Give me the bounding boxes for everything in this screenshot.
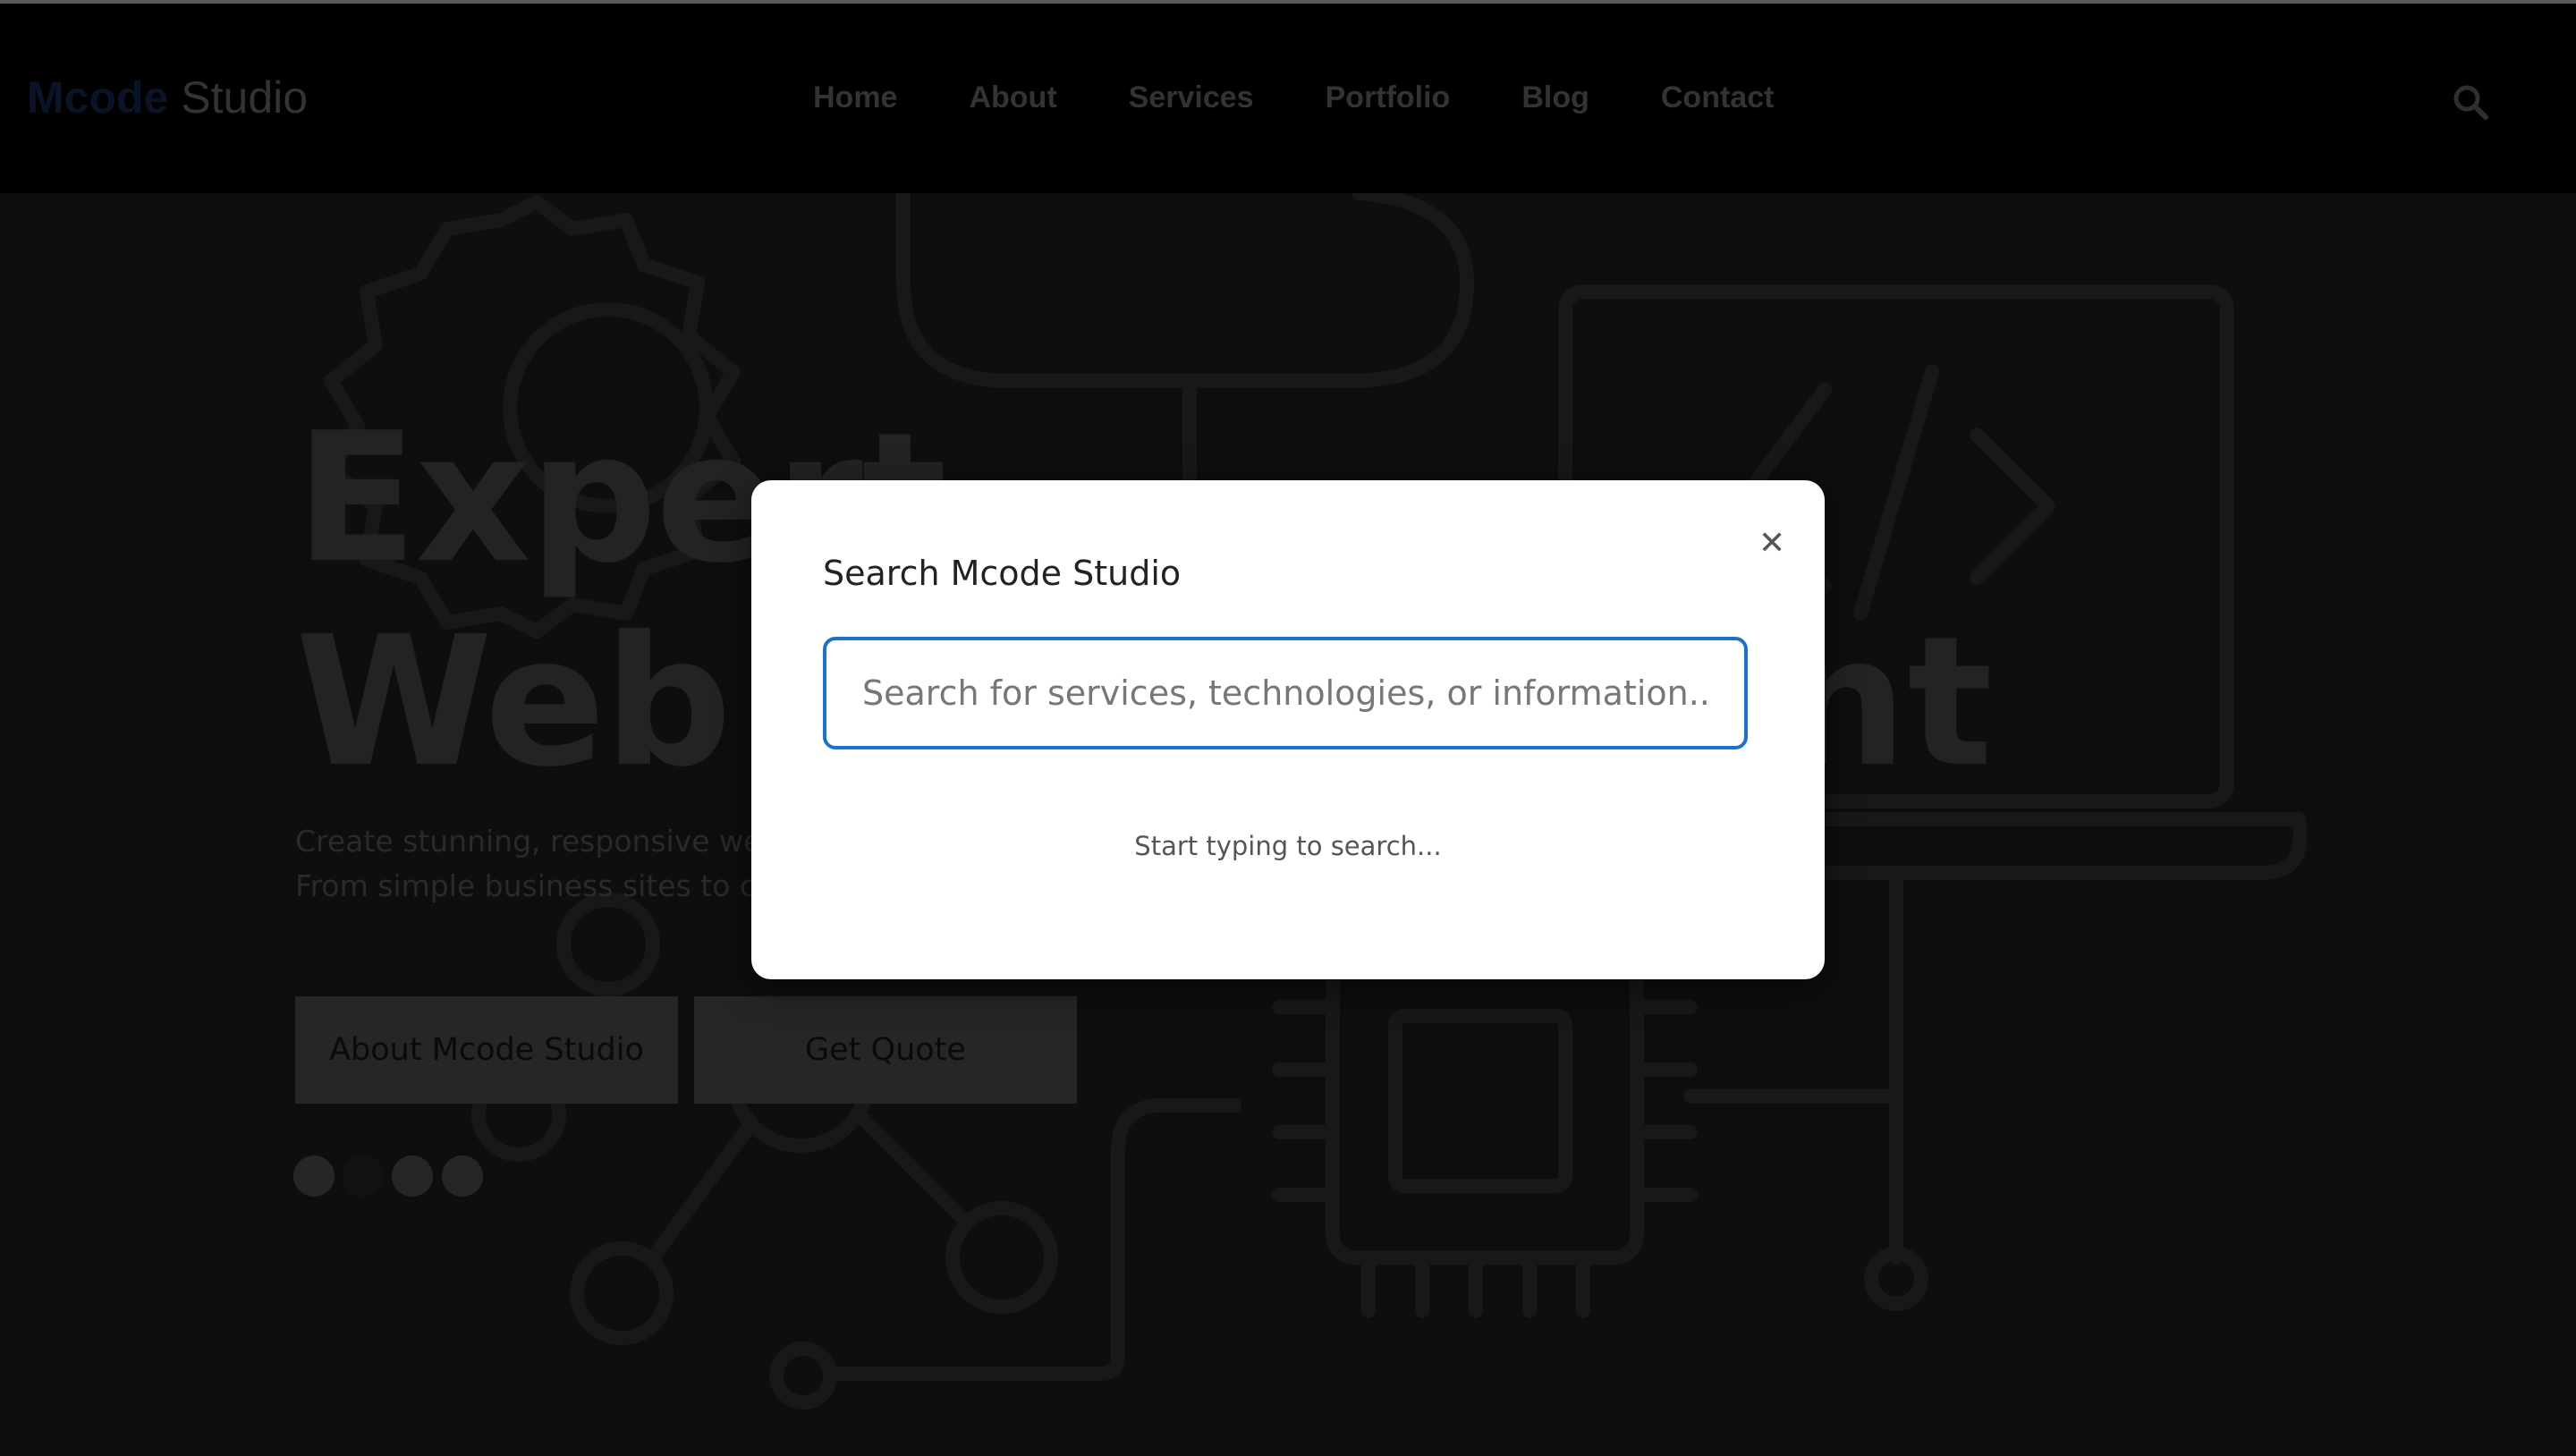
search-input[interactable] [823, 637, 1748, 749]
close-icon[interactable]: ✕ [1758, 525, 1785, 562]
search-modal: Search Mcode Studio ✕ Start typing to se… [751, 480, 1825, 979]
modal-title: Search Mcode Studio [823, 554, 1182, 593]
search-hint: Start typing to search... [1134, 831, 1442, 861]
